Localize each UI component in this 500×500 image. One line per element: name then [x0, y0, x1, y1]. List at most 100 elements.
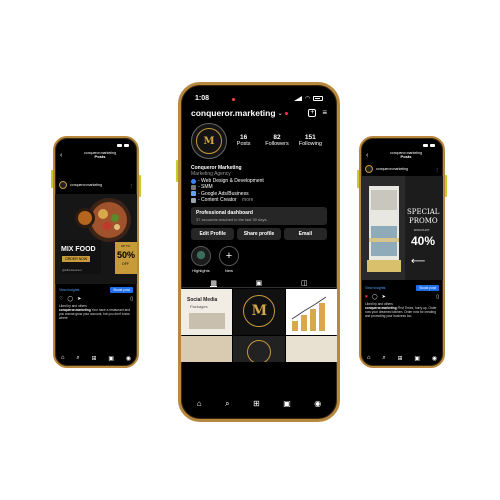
insights-row: View insights Boost post: [361, 283, 443, 292]
restaurant-handle: @allrestaurant: [62, 268, 82, 272]
more-options-icon[interactable]: ⋮: [435, 167, 439, 172]
topbar-title: conqueror.marketing Posts: [68, 151, 132, 160]
tab-tagged-icon[interactable]: ◫: [301, 279, 308, 287]
grid-post[interactable]: [181, 336, 233, 363]
kitchen-graphic: [361, 176, 443, 280]
view-insights-link[interactable]: View insights: [365, 286, 385, 290]
comment-icon[interactable]: ◯: [67, 296, 73, 302]
profile-icon[interactable]: ◉: [314, 399, 321, 409]
bio-more-link[interactable]: more: [242, 197, 253, 203]
post-username[interactable]: conqueror.marketing: [70, 183, 102, 187]
mockup-stage: ‹ conqueror.marketing Posts conqueror.ma…: [0, 0, 500, 500]
share-icon[interactable]: ➤: [382, 294, 386, 300]
profile-username[interactable]: conqueror.marketing: [191, 108, 276, 118]
comment-icon[interactable]: ◯: [372, 294, 378, 300]
reels-icon[interactable]: ▣: [108, 355, 114, 362]
topbar-section: Posts: [94, 154, 106, 159]
share-profile-button[interactable]: Share profile: [237, 228, 281, 241]
bookmark-icon[interactable]: ▯: [130, 296, 133, 302]
profile-avatar[interactable]: M: [191, 123, 227, 159]
right-phone: ‹ conqueror.marketing Posts conqueror.ma…: [359, 136, 445, 368]
signal-icon: [423, 143, 428, 147]
back-arrow-icon[interactable]: ‹: [366, 152, 374, 159]
left-phone-screen: ‹ conqueror.marketing Posts conqueror.ma…: [55, 138, 137, 366]
boost-post-button[interactable]: Boost post: [416, 284, 439, 291]
globe-icon: [191, 178, 196, 184]
create-icon[interactable]: +: [308, 109, 317, 117]
share-icon[interactable]: ➤: [77, 296, 81, 302]
email-button[interactable]: Email: [283, 228, 327, 241]
dashboard-subtitle: 37 accounts reached in the last 30 days.: [196, 217, 268, 223]
stat-posts-value: 16: [240, 134, 248, 141]
stat-posts[interactable]: 16 Posts: [227, 134, 260, 148]
professional-dashboard[interactable]: Professional dashboard 37 accounts reach…: [191, 207, 327, 226]
grid-post[interactable]: Social Media Packages: [181, 289, 233, 336]
grid-post[interactable]: [233, 336, 285, 363]
stat-followers-label: Followers: [265, 141, 289, 147]
signal-icon: [294, 96, 303, 101]
grid-post[interactable]: [285, 289, 337, 336]
search-icon[interactable]: ⌕: [382, 355, 385, 362]
heart-filled-icon[interactable]: ♥: [365, 294, 368, 300]
profile-stats: M 16 Posts 82 Followers 151 Following: [181, 118, 337, 159]
search-icon[interactable]: ⌕: [225, 399, 229, 409]
add-post-icon[interactable]: ⊞: [253, 399, 260, 409]
plus-icon: +: [219, 246, 239, 267]
tab-grid-icon[interactable]: ▦: [210, 279, 217, 288]
home-icon[interactable]: ⌂: [197, 399, 202, 409]
stat-followers-value: 82: [273, 134, 281, 141]
add-post-icon[interactable]: ⊞: [91, 355, 96, 362]
bottom-nav: ⌂ ⌕ ⊞ ▣ ◉: [181, 399, 337, 409]
edit-profile-button[interactable]: Edit Profile: [191, 228, 235, 241]
bio-line: - Content Creator more: [191, 197, 327, 203]
battery-icon: [124, 143, 129, 147]
status-time: 1:08: [195, 95, 210, 102]
logo-circle-icon: [247, 340, 272, 363]
wifi-icon: ◠: [305, 96, 310, 102]
post-header: conqueror.marketing ⋮: [361, 162, 443, 176]
post-topbar: ‹ conqueror.marketing Posts: [55, 148, 137, 162]
notification-dot-icon: [284, 111, 288, 115]
chevron-down-icon[interactable]: ⌄: [278, 110, 283, 117]
avatar[interactable]: [59, 181, 67, 189]
post-topbar: ‹ conqueror.marketing Posts: [361, 148, 443, 162]
avatar[interactable]: [365, 165, 373, 173]
add-post-icon[interactable]: ⊞: [397, 355, 402, 362]
center-phone: 1:08 ◠ conqueror.marketing ⌄ + ≡ M 16 Po…: [178, 82, 340, 422]
highlight-item[interactable]: Highlights: [191, 246, 211, 273]
profile-icon[interactable]: ◉: [432, 355, 437, 362]
view-insights-link[interactable]: View insights: [59, 288, 79, 292]
reels-icon[interactable]: ▣: [414, 355, 420, 362]
tab-reels-icon[interactable]: ▣: [256, 279, 263, 287]
reels-icon[interactable]: ▣: [283, 399, 291, 409]
brand-logo-icon: M: [243, 295, 276, 328]
profile-icon[interactable]: ◉: [126, 355, 131, 362]
new-highlight[interactable]: + New: [219, 246, 239, 273]
status-bar: 1:08 ◠: [181, 85, 337, 102]
promo-discount: 40%: [411, 234, 436, 248]
back-arrow-icon[interactable]: ‹: [60, 152, 68, 159]
post-image-food: MIX FOOD ORDER NOW UP TO 50% OFF @allres…: [55, 194, 137, 284]
post-header: conqueror.marketing ⋮: [55, 178, 137, 192]
home-icon[interactable]: ⌂: [61, 355, 65, 362]
stat-followers[interactable]: 82 Followers: [260, 134, 293, 148]
topbar-section: Posts: [400, 154, 412, 159]
grid-post[interactable]: M: [233, 289, 285, 336]
grid-post-subtitle: Packages: [190, 304, 208, 310]
boost-post-button[interactable]: Boost post: [110, 286, 133, 293]
grid-post[interactable]: [285, 336, 337, 363]
post-username[interactable]: conqueror.marketing: [376, 167, 408, 171]
heart-icon[interactable]: ♡: [59, 296, 63, 302]
highlight-cover: [191, 246, 211, 267]
signal-icon: [117, 143, 122, 147]
bookmark-icon[interactable]: ▯: [436, 294, 439, 300]
more-options-icon[interactable]: ⋮: [129, 183, 133, 188]
home-icon[interactable]: ⌂: [367, 355, 371, 362]
chart-emoji-icon: [191, 191, 196, 197]
stat-following[interactable]: 151 Following: [294, 134, 327, 148]
post-caption: conqueror.marketing Your have a restaura…: [55, 308, 137, 320]
menu-icon[interactable]: ≡: [322, 109, 327, 117]
stat-following-value: 151: [304, 134, 316, 141]
insights-row: View insights Boost post: [55, 285, 137, 294]
search-icon[interactable]: ⌕: [76, 355, 79, 362]
